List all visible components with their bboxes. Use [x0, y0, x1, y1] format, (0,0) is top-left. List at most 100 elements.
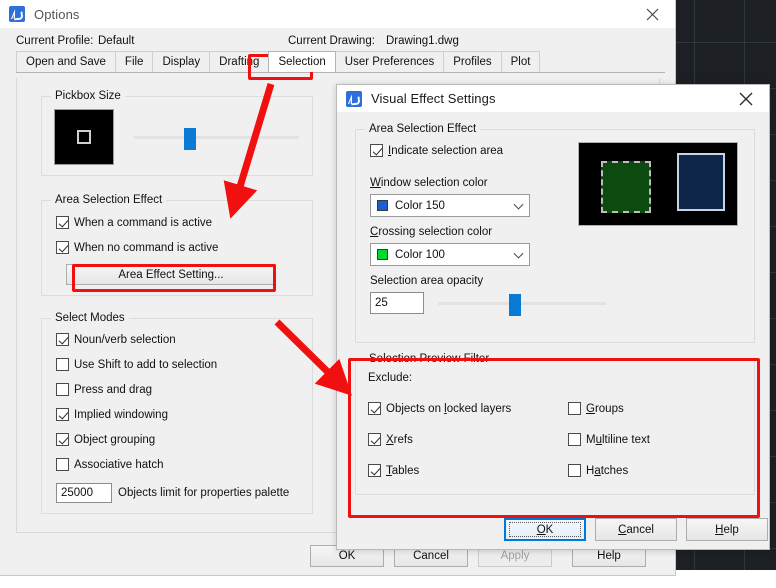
checkbox-label: Hatches	[586, 464, 629, 477]
checkbox-icon[interactable]	[56, 358, 69, 371]
tab-open-and-save[interactable]: Open and Save	[16, 51, 116, 72]
ves-group-title: Area Selection Effect	[365, 123, 481, 135]
select-modes-group: Select Modes Noun/verb selection Use Shi…	[41, 312, 313, 514]
checkbox-icon[interactable]	[56, 241, 69, 254]
checkbox-icon[interactable]	[56, 333, 69, 346]
close-icon[interactable]	[723, 85, 769, 113]
checkbox-use-shift-to-add-to-selection[interactable]: Use Shift to add to selection	[56, 358, 217, 371]
checkbox-groups[interactable]: Groups	[568, 402, 624, 415]
tab-user-preferences[interactable]: User Preferences	[334, 51, 445, 72]
pickbox-size-slider[interactable]	[134, 128, 299, 150]
window-selection-color-value: Color 150	[395, 199, 445, 212]
tab-profiles[interactable]: Profiles	[443, 51, 502, 72]
selection-area-opacity-input[interactable]: 25	[370, 292, 424, 314]
current-drawing-value: Drawing1.dwg	[386, 35, 459, 47]
checkbox-tables[interactable]: Tables	[368, 464, 419, 477]
checkbox-noun-verb-selection[interactable]: Noun/verb selection	[56, 333, 176, 346]
tab-file[interactable]: File	[114, 51, 154, 72]
ves-titlebar: Visual Effect Settings	[337, 85, 769, 112]
crossing-selection-color-combo[interactable]: Color 100	[370, 243, 530, 266]
selection-area-opacity-slider[interactable]	[438, 294, 606, 316]
chevron-down-icon[interactable]	[513, 248, 524, 259]
checkbox-label: Use Shift to add to selection	[74, 358, 218, 371]
checkbox-icon[interactable]	[368, 464, 381, 477]
checkbox-label: Xrefs	[386, 433, 413, 446]
checkbox-label: When no command is active	[74, 241, 219, 254]
area-selection-effect-group-title: Area Selection Effect	[51, 194, 167, 206]
window-selection-color-combo[interactable]: Color 150	[370, 194, 530, 217]
checkbox-icon[interactable]	[568, 433, 581, 446]
checkbox-object-grouping[interactable]: Object grouping	[56, 433, 155, 446]
ves-ok-button[interactable]: OK	[504, 518, 586, 541]
pickbox-size-group-title: Pickbox Size	[51, 90, 125, 102]
checkbox-label: Noun/verb selection	[74, 333, 176, 346]
checkbox-hatches[interactable]: Hatches	[568, 464, 628, 477]
ves-cancel-button[interactable]: Cancel	[595, 518, 677, 541]
profile-row: Current Profile: Default Current Drawing…	[0, 28, 675, 52]
autocad-app-icon	[9, 6, 25, 22]
area-effect-setting-button[interactable]: Area Effect Setting...	[66, 264, 276, 285]
exclude-label: Exclude:	[368, 372, 413, 384]
checkbox-icon[interactable]	[56, 458, 69, 471]
pickbox-size-group: Pickbox Size	[41, 90, 313, 176]
ves-ok-label: OK	[536, 523, 554, 536]
selection-preview-image	[578, 142, 738, 226]
ves-help-button[interactable]: Help	[686, 518, 768, 541]
options-titlebar: Options	[0, 0, 675, 28]
checkbox-icon[interactable]	[368, 402, 381, 415]
opacity-slider-track	[438, 302, 606, 305]
checkbox-xrefs[interactable]: Xrefs	[368, 433, 413, 446]
tab-selection[interactable]: Selection	[268, 51, 336, 72]
opacity-slider-thumb[interactable]	[508, 294, 521, 316]
checkbox-press-and-drag[interactable]: Press and drag	[56, 383, 152, 396]
checkbox-icon[interactable]	[368, 433, 381, 446]
options-tabstrip: Open and Save File Display Drafting Sele…	[16, 51, 665, 73]
checkbox-label: Objects on locked layers	[386, 402, 512, 415]
select-modes-group-title: Select Modes	[51, 312, 129, 324]
objects-limit-input[interactable]: 25000	[56, 483, 112, 503]
checkbox-associative-hatch[interactable]: Associative hatch	[56, 458, 164, 471]
checkbox-label: Indicate selection area	[388, 144, 504, 157]
ves-title-text: Visual Effect Settings	[371, 91, 496, 106]
pickbox-square	[77, 130, 91, 144]
pickbox-preview	[54, 109, 114, 165]
checkbox-icon[interactable]	[56, 216, 69, 229]
checkbox-icon[interactable]	[56, 433, 69, 446]
pickbox-slider-track	[134, 136, 299, 139]
color-swatch-window	[377, 200, 388, 211]
color-swatch-crossing	[377, 249, 388, 260]
objects-limit-label: Objects limit for properties palette	[118, 487, 290, 499]
checkbox-icon[interactable]	[370, 144, 383, 157]
chevron-down-icon[interactable]	[513, 199, 524, 210]
checkbox-icon[interactable]	[56, 408, 69, 421]
current-profile-label: Current Profile:	[16, 35, 94, 47]
current-profile-value: Default	[98, 35, 135, 47]
checkbox-icon[interactable]	[56, 383, 69, 396]
checkbox-multiline-text[interactable]: Multiline text	[568, 433, 650, 446]
checkbox-label: Tables	[386, 464, 420, 477]
checkbox-label: Implied windowing	[74, 408, 168, 421]
checkbox-objects-on-locked-layers[interactable]: Objects on locked layers	[368, 402, 511, 415]
pickbox-slider-thumb[interactable]	[183, 128, 196, 150]
close-icon[interactable]	[629, 0, 675, 28]
crossing-selection-color-value: Color 100	[395, 248, 445, 261]
checkbox-label: When a command is active	[74, 216, 213, 229]
checkbox-icon[interactable]	[568, 402, 581, 415]
checkbox-label: Object grouping	[74, 433, 156, 446]
options-title-text: Options	[34, 6, 80, 22]
preview-crossing-rectangle	[601, 161, 651, 213]
tab-display[interactable]: Display	[152, 51, 211, 72]
checkbox-when-no-command-is-active[interactable]: When no command is active	[56, 241, 218, 254]
tab-drafting[interactable]: Drafting	[209, 51, 270, 72]
checkbox-when-a-command-is-active[interactable]: When a command is active	[56, 216, 212, 229]
checkbox-implied-windowing[interactable]: Implied windowing	[56, 408, 168, 421]
autocad-app-icon	[346, 90, 362, 107]
preview-window-rectangle	[677, 153, 725, 211]
crossing-selection-color-label: Crossing selection color	[370, 226, 493, 238]
checkbox-icon[interactable]	[568, 464, 581, 477]
selection-preview-filter-group: Selection Preview Filter Exclude: Object…	[355, 353, 755, 495]
indicate-selection-area-label-rest: ndicate selection area	[391, 144, 504, 157]
tab-plot[interactable]: Plot	[500, 51, 541, 72]
checkbox-indicate-selection-area[interactable]: Indicate selection area	[370, 144, 503, 157]
selection-preview-filter-title: Selection Preview Filter	[365, 353, 494, 365]
